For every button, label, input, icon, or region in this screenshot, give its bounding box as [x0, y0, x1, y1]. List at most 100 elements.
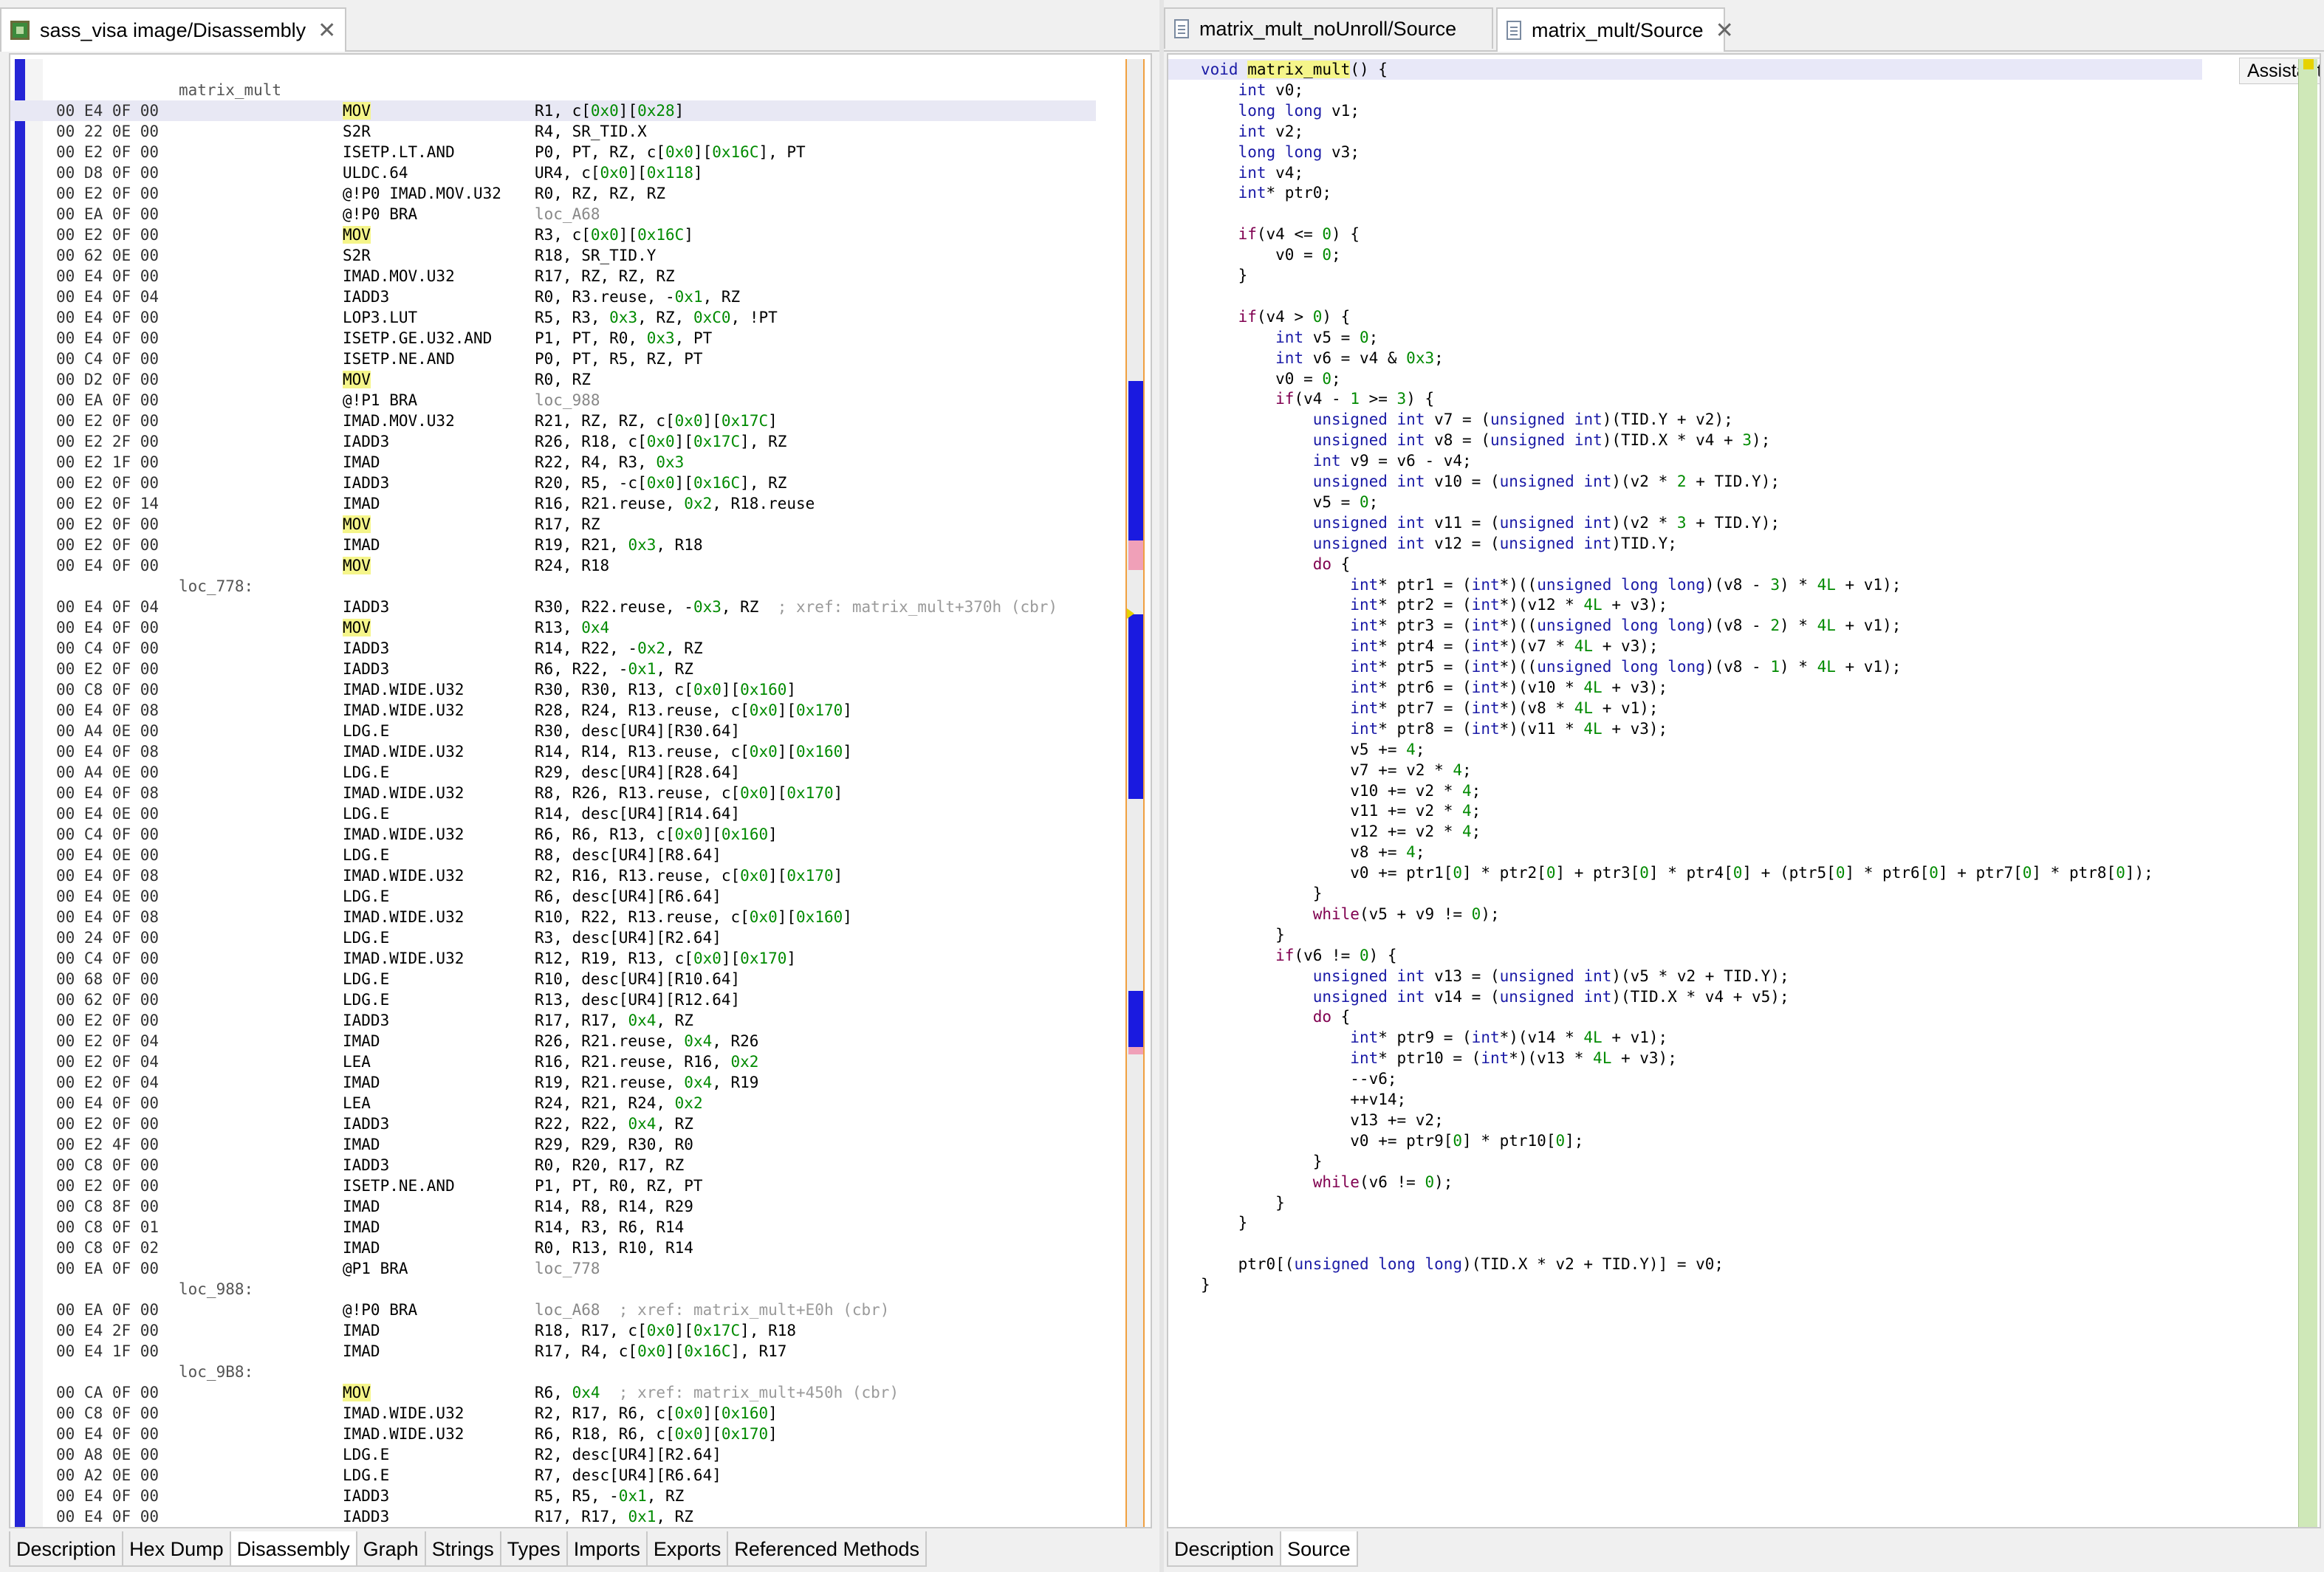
- source-line[interactable]: long long v1;: [1201, 100, 1360, 121]
- bottom-tab-strings[interactable]: Strings: [424, 1531, 501, 1567]
- instruction-row[interactable]: 00 A4 0E 00 LDG.E R30, desc[UR4][R30.64]: [10, 721, 1096, 741]
- instruction-row[interactable]: 00 E4 0F 00 IMAD.MOV.U32 R17, RZ, RZ, RZ: [10, 266, 1096, 286]
- instruction-row[interactable]: 00 E2 1F 00 IMAD R22, R4, R3, 0x3: [10, 452, 1096, 473]
- bottom-tab-types[interactable]: Types: [499, 1531, 568, 1567]
- overview-ruler[interactable]: [2298, 59, 2317, 1527]
- instruction-row[interactable]: 00 E4 0F 08 IMAD.WIDE.U32 R2, R16, R13.reu…: [10, 865, 1096, 886]
- code-label[interactable]: loc_9B8:: [10, 1362, 1096, 1382]
- source-line[interactable]: int* ptr0;: [1201, 182, 1331, 203]
- source-line[interactable]: unsigned int v11 = (unsigned int)(v2 * 3…: [1201, 512, 1780, 533]
- instruction-row[interactable]: 00 62 0F 00 LDG.E R13, desc[UR4][R12.64]: [10, 989, 1096, 1010]
- instruction-row[interactable]: 00 E4 0F 00 ISETP.GE.U32.AND P1, PT, R0, 0…: [10, 328, 1096, 349]
- instruction-row[interactable]: 00 C8 8F 00 IMAD R14, R8, R14, R29: [10, 1196, 1096, 1217]
- source-line[interactable]: int v0;: [1201, 80, 1304, 100]
- source-line[interactable]: v5 += 4;: [1201, 739, 1425, 760]
- instruction-row[interactable]: 00 E2 0F 00 IMAD R19, R21, 0x3, R18: [10, 535, 1096, 555]
- instruction-row[interactable]: 00 E2 0F 04 LEA R16, R21.reuse, R16, 0x2: [10, 1051, 1096, 1072]
- instruction-row[interactable]: 00 E2 0F 00 MOV R3, c[0x0][0x16C]: [10, 224, 1096, 245]
- instruction-row[interactable]: 00 E4 0F 00 MOV R13, 0x4: [10, 617, 1096, 638]
- source-line[interactable]: long long v3;: [1201, 142, 1360, 162]
- instruction-row[interactable]: 00 E4 0F 08 IMAD.WIDE.U32 R8, R26, R13.reu…: [10, 783, 1096, 803]
- source-line[interactable]: v0 = 0;: [1201, 244, 1341, 265]
- bottom-tab-hex-dump[interactable]: Hex Dump: [122, 1531, 231, 1567]
- instruction-row[interactable]: 00 E4 0F 00 MOV R1, c[0x0][0x28]: [10, 100, 1096, 121]
- source-line[interactable]: int* ptr6 = (int*)(v10 * 4L + v3);: [1201, 677, 1667, 698]
- source-line[interactable]: int* ptr7 = (int*)(v8 * 4L + v1);: [1201, 698, 1658, 718]
- source-line[interactable]: ptr0[(unsigned long long)(TID.X * v2 + T…: [1201, 1254, 1724, 1274]
- source-line[interactable]: int* ptr10 = (int*)(v13 * 4L + v3);: [1201, 1048, 1677, 1068]
- instruction-row[interactable]: 00 E4 0F 08 IMAD.WIDE.U32 R14, R14, R13.re…: [10, 741, 1096, 762]
- close-icon[interactable]: ✕: [1715, 18, 1734, 44]
- instruction-row[interactable]: 00 EA 0F 00 @!P0 BRA loc_A68: [10, 204, 1096, 224]
- tab-noUnroll-source[interactable]: matrix_mult_noUnroll/Source: [1164, 7, 1493, 49]
- source-line[interactable]: int* ptr5 = (int*)((unsigned long long)(…: [1201, 656, 1901, 677]
- instruction-row[interactable]: 00 E2 0F 00 IADD3 R17, R17, 0x4, RZ: [10, 1010, 1096, 1031]
- instruction-row[interactable]: 00 C4 0F 00 IMAD.WIDE.U32 R6, R6, R13, c[0…: [10, 824, 1096, 845]
- instruction-row[interactable]: 00 C8 0F 02 IMAD R0, R13, R10, R14: [10, 1238, 1096, 1258]
- instruction-row[interactable]: 00 E2 0F 04 IMAD R26, R21.reuse, 0x4, R26: [10, 1031, 1096, 1051]
- source-line[interactable]: while(v6 != 0);: [1201, 1172, 1453, 1192]
- instruction-row[interactable]: 00 E2 0F 00 @!P0 IMAD.MOV.U32 R0, RZ, RZ, …: [10, 183, 1096, 204]
- instruction-row[interactable]: 00 E2 0F 04 IMAD R19, R21.reuse, 0x4, R19: [10, 1072, 1096, 1093]
- source-line[interactable]: int v5 = 0;: [1201, 327, 1378, 348]
- instruction-row[interactable]: 00 E4 0F 00 LOP3.LUT R5, R3, 0x3, RZ, 0xC0…: [10, 307, 1096, 328]
- source-line[interactable]: int* ptr8 = (int*)(v11 * 4L + v3);: [1201, 718, 1667, 739]
- source-line[interactable]: if(v6 != 0) {: [1201, 945, 1396, 966]
- source-line[interactable]: ++v14;: [1201, 1089, 1406, 1110]
- source-line[interactable]: int v2;: [1201, 121, 1304, 142]
- bottom-tab-description[interactable]: Description: [1167, 1531, 1282, 1567]
- instruction-row[interactable]: 00 C4 0F 00 IADD3 R14, R22, -0x2, RZ: [10, 638, 1096, 659]
- instruction-row[interactable]: 00 EA 0F 00 @P1 BRA loc_778: [10, 1258, 1096, 1279]
- source-line[interactable]: }: [1201, 1274, 1210, 1295]
- bottom-tab-disassembly[interactable]: Disassembly: [229, 1531, 357, 1567]
- source-line[interactable]: }: [1201, 265, 1248, 286]
- source-line[interactable]: unsigned int v8 = (unsigned int)(TID.X *…: [1201, 430, 1771, 450]
- bottom-tab-description[interactable]: Description: [9, 1531, 124, 1567]
- source-line[interactable]: int* ptr2 = (int*)(v12 * 4L + v3);: [1201, 594, 1667, 615]
- instruction-row[interactable]: 00 E2 4F 00 IMAD R29, R29, R30, R0: [10, 1134, 1096, 1155]
- instruction-row[interactable]: 00 D2 0F 00 MOV R0, RZ: [10, 369, 1096, 390]
- instruction-row[interactable]: 00 C8 0F 00 IMAD.WIDE.U32 R2, R17, R6, c[0…: [10, 1403, 1096, 1424]
- bottom-tab-exports[interactable]: Exports: [645, 1531, 729, 1567]
- source-line[interactable]: v0 += ptr9[0] * ptr10[0];: [1201, 1130, 1583, 1151]
- source-line[interactable]: unsigned int v7 = (unsigned int)(TID.Y +…: [1201, 409, 1733, 430]
- instruction-row[interactable]: 00 C8 0F 00 IADD3 R0, R20, R17, RZ: [10, 1155, 1096, 1175]
- instruction-row[interactable]: 00 E4 0F 08 IMAD.WIDE.U32 R10, R22, R13.re…: [10, 907, 1096, 927]
- instruction-row[interactable]: 00 E2 0F 00 ISETP.NE.AND P1, PT, R0, RZ, P…: [10, 1175, 1096, 1196]
- source-line[interactable]: if(v4 > 0) {: [1201, 306, 1351, 327]
- bottom-tab-graph[interactable]: Graph: [355, 1531, 426, 1567]
- tab-disassembly[interactable]: sass_visa image/Disassembly ✕: [0, 7, 347, 52]
- close-icon[interactable]: ✕: [318, 18, 336, 44]
- instruction-row[interactable]: 00 E4 1F 00 IMAD R17, R4, c[0x0][0x16C], R…: [10, 1341, 1096, 1362]
- instruction-row[interactable]: 00 24 0F 00 LDG.E R3, desc[UR4][R2.64]: [10, 927, 1096, 948]
- source-line[interactable]: }: [1201, 1212, 1248, 1233]
- instruction-row[interactable]: 00 E2 0F 14 IMAD R16, R21.reuse, 0x2, R18.…: [10, 493, 1096, 514]
- bottom-tab-referenced-methods[interactable]: Referenced Methods: [727, 1531, 928, 1567]
- code-label[interactable]: loc_778:: [10, 576, 1096, 597]
- instruction-row[interactable]: 00 A8 0E 00 LDG.E R2, desc[UR4][R2.64]: [10, 1444, 1096, 1465]
- instruction-row[interactable]: 00 E4 0F 04 IADD3 R0, R3.reuse, -0x1, RZ: [10, 286, 1096, 307]
- source-line[interactable]: unsigned int v14 = (unsigned int)(TID.X …: [1201, 986, 1789, 1007]
- instruction-row[interactable]: 00 CA 0F 00 MOV R6, 0x4 ; xref: matrix_mul…: [10, 1382, 1096, 1403]
- source-line[interactable]: v10 += v2 * 4;: [1201, 780, 1481, 801]
- instruction-row[interactable]: 00 E2 0F 00 IADD3 R20, R5, -c[0x0][0x16C],…: [10, 473, 1096, 493]
- instruction-row[interactable]: 00 E4 2F 00 IMAD R18, R17, c[0x0][0x17C], …: [10, 1320, 1096, 1341]
- instruction-row[interactable]: 00 E2 0F 00 IADD3 R6, R22, -0x1, RZ: [10, 659, 1096, 679]
- source-line[interactable]: int* ptr3 = (int*)((unsigned long long)(…: [1201, 615, 1901, 636]
- instruction-row[interactable]: 00 E4 0E 00 LDG.E R6, desc[UR4][R6.64]: [10, 886, 1096, 907]
- source-line[interactable]: unsigned int v13 = (unsigned int)(v5 * v…: [1201, 966, 1789, 986]
- instruction-row[interactable]: 00 C4 0F 00 ISETP.NE.AND P0, PT, R5, RZ, P…: [10, 349, 1096, 369]
- bottom-tab-imports[interactable]: Imports: [566, 1531, 648, 1567]
- source-line[interactable]: if(v4 - 1 >= 3) {: [1201, 388, 1434, 409]
- instruction-row[interactable]: 00 68 0F 00 LDG.E R10, desc[UR4][R10.64]: [10, 969, 1096, 989]
- instruction-row[interactable]: 00 E4 0F 04 IADD3 R30, R22.reuse, -0x3, RZ…: [10, 597, 1096, 617]
- instruction-row[interactable]: 00 22 0E 00 S2R R4, SR_TID.X: [10, 121, 1096, 142]
- instruction-row[interactable]: 00 C8 0F 01 IMAD R14, R3, R6, R14: [10, 1217, 1096, 1238]
- instruction-row[interactable]: 00 EA 0F 00 @!P0 BRA loc_A68 ; xref: matri…: [10, 1300, 1096, 1320]
- instruction-row[interactable]: 00 E4 0E 00 LDG.E R14, desc[UR4][R14.64]: [10, 803, 1096, 824]
- source-line[interactable]: }: [1201, 1192, 1285, 1213]
- source-line[interactable]: unsigned int v10 = (unsigned int)(v2 * 2…: [1201, 471, 1780, 492]
- instruction-row[interactable]: 00 C4 0F 00 IMAD.WIDE.U32 R12, R19, R13, c…: [10, 948, 1096, 969]
- source-line[interactable]: }: [1201, 924, 1285, 945]
- instruction-row[interactable]: 00 E2 0F 00 MOV R17, RZ: [10, 514, 1096, 535]
